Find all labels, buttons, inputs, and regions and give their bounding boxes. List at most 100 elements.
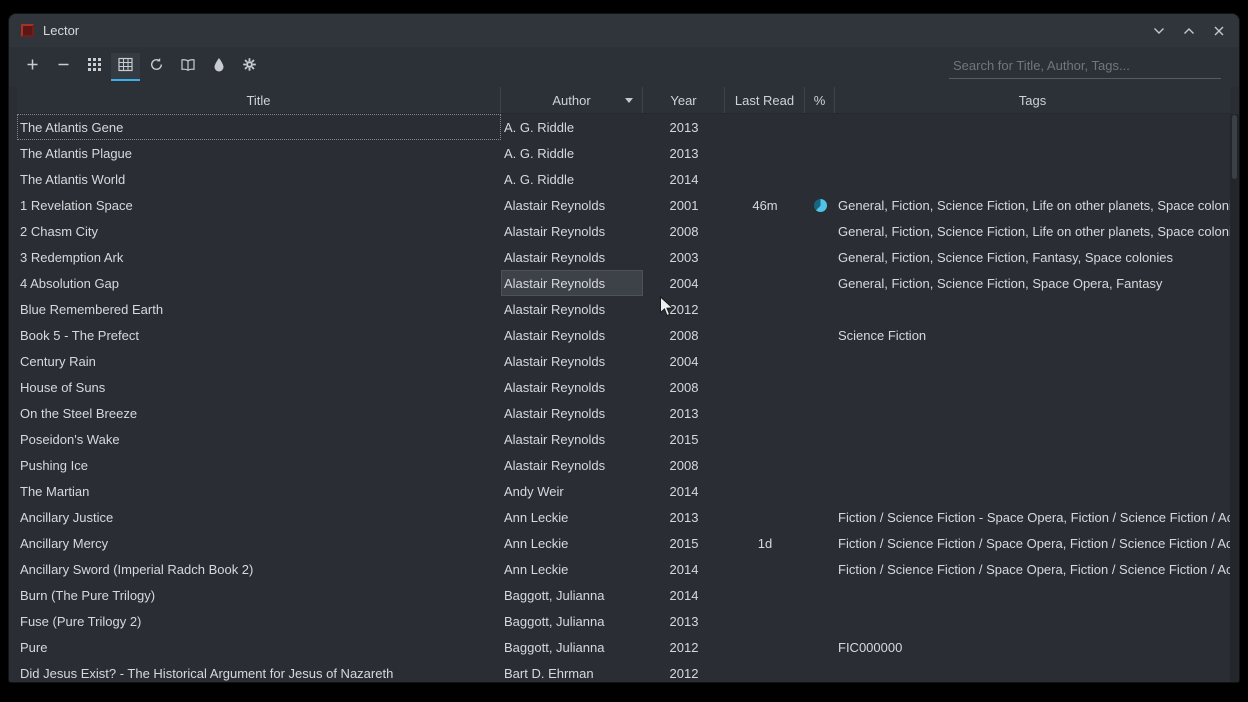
cell-title[interactable]: The Atlantis Gene xyxy=(17,114,501,140)
cell-author[interactable]: Baggott, Julianna xyxy=(501,582,643,608)
table-row[interactable]: The Atlantis Gene A. G. Riddle 2013 xyxy=(17,114,1230,140)
cell-last-read[interactable] xyxy=(725,608,805,634)
cell-year[interactable]: 2014 xyxy=(643,166,725,192)
cell-progress[interactable] xyxy=(805,114,835,140)
cell-progress[interactable] xyxy=(805,270,835,296)
cell-author[interactable]: Alastair Reynolds xyxy=(501,192,643,218)
cell-year[interactable]: 2004 xyxy=(643,348,725,374)
cell-tags[interactable] xyxy=(835,608,1230,634)
cell-tags[interactable] xyxy=(835,660,1230,682)
cell-title[interactable]: The Atlantis Plague xyxy=(17,140,501,166)
cell-progress[interactable] xyxy=(805,218,835,244)
cell-title[interactable]: Pushing Ice xyxy=(17,452,501,478)
cell-last-read[interactable] xyxy=(725,504,805,530)
cell-last-read[interactable]: 46m xyxy=(725,192,805,218)
cell-tags[interactable]: Fiction / Science Fiction / Space Opera,… xyxy=(835,530,1230,556)
table-row[interactable]: 4 Absolution Gap Alastair Reynolds 2004 … xyxy=(17,270,1230,296)
cell-tags[interactable] xyxy=(835,400,1230,426)
cell-tags[interactable] xyxy=(835,452,1230,478)
cell-last-read[interactable]: 1d xyxy=(725,530,805,556)
cell-tags[interactable] xyxy=(835,296,1230,322)
cell-tags[interactable]: General, Fiction, Science Fiction, Life … xyxy=(835,192,1230,218)
cell-author[interactable]: Alastair Reynolds xyxy=(501,322,643,348)
cell-progress[interactable] xyxy=(805,452,835,478)
cell-year[interactable]: 2014 xyxy=(643,582,725,608)
table-row[interactable]: 1 Revelation Space Alastair Reynolds 200… xyxy=(17,192,1230,218)
toolbar-button-cover-view[interactable] xyxy=(80,53,109,81)
cell-progress[interactable] xyxy=(805,478,835,504)
cell-year[interactable]: 2008 xyxy=(643,374,725,400)
cell-author[interactable]: Alastair Reynolds xyxy=(501,452,643,478)
toolbar-button-settings[interactable] xyxy=(235,53,264,81)
table-row[interactable]: Ancillary Sword (Imperial Radch Book 2) … xyxy=(17,556,1230,582)
toolbar-button-refresh-library[interactable] xyxy=(142,53,171,81)
column-header-tags[interactable]: Tags xyxy=(835,87,1230,113)
cell-year[interactable]: 2001 xyxy=(643,192,725,218)
cell-tags[interactable]: General, Fiction, Science Fiction, Space… xyxy=(835,270,1230,296)
cell-tags[interactable]: Fiction / Science Fiction / Space Opera,… xyxy=(835,556,1230,582)
cell-author[interactable]: Baggott, Julianna xyxy=(501,608,643,634)
cell-tags[interactable]: General, Fiction, Science Fiction, Fanta… xyxy=(835,244,1230,270)
cell-year[interactable]: 2008 xyxy=(643,452,725,478)
cell-year[interactable]: 2014 xyxy=(643,556,725,582)
table-row[interactable]: The Atlantis World A. G. Riddle 2014 xyxy=(17,166,1230,192)
cell-last-read[interactable] xyxy=(725,478,805,504)
cell-title[interactable]: Century Rain xyxy=(17,348,501,374)
toolbar-button-open-book[interactable] xyxy=(173,53,202,81)
cell-last-read[interactable] xyxy=(725,296,805,322)
cell-author[interactable]: Baggott, Julianna xyxy=(501,634,643,660)
cell-year[interactable]: 2012 xyxy=(643,296,725,322)
cell-year[interactable]: 2015 xyxy=(643,426,725,452)
cell-author[interactable]: Ann Leckie xyxy=(501,530,643,556)
cell-author[interactable]: Alastair Reynolds xyxy=(501,270,643,296)
cell-progress[interactable] xyxy=(805,426,835,452)
titlebar[interactable]: Lector xyxy=(9,14,1239,47)
table-row[interactable]: Ancillary Mercy Ann Leckie 2015 1d Ficti… xyxy=(17,530,1230,556)
cell-year[interactable]: 2013 xyxy=(643,400,725,426)
cell-progress[interactable] xyxy=(805,348,835,374)
cell-author[interactable]: Alastair Reynolds xyxy=(501,426,643,452)
minimize-button[interactable] xyxy=(1151,23,1167,39)
toolbar-button-remove-book[interactable] xyxy=(49,53,78,81)
cell-year[interactable]: 2012 xyxy=(643,660,725,682)
cell-title[interactable]: 3 Redemption Ark xyxy=(17,244,501,270)
cell-progress[interactable] xyxy=(805,660,835,682)
cell-progress[interactable] xyxy=(805,374,835,400)
cell-title[interactable]: Did Jesus Exist? - The Historical Argume… xyxy=(17,660,501,682)
cell-progress[interactable] xyxy=(805,608,835,634)
cell-tags[interactable] xyxy=(835,374,1230,400)
toolbar-button-add-book[interactable] xyxy=(18,53,47,81)
cell-progress[interactable] xyxy=(805,582,835,608)
table-row[interactable]: Burn (The Pure Trilogy) Baggott, Juliann… xyxy=(17,582,1230,608)
cell-last-read[interactable] xyxy=(725,348,805,374)
cell-author[interactable]: Bart D. Ehrman xyxy=(501,660,643,682)
cell-last-read[interactable] xyxy=(725,218,805,244)
cell-title[interactable]: Pure xyxy=(17,634,501,660)
table-row[interactable]: Did Jesus Exist? - The Historical Argume… xyxy=(17,660,1230,682)
cell-title[interactable]: On the Steel Breeze xyxy=(17,400,501,426)
cell-tags[interactable]: FIC000000 xyxy=(835,634,1230,660)
table-row[interactable]: On the Steel Breeze Alastair Reynolds 20… xyxy=(17,400,1230,426)
cell-tags[interactable] xyxy=(835,166,1230,192)
cell-year[interactable]: 2008 xyxy=(643,322,725,348)
search-input[interactable] xyxy=(949,55,1221,79)
cell-tags[interactable] xyxy=(835,114,1230,140)
cell-author[interactable]: A. G. Riddle xyxy=(501,114,643,140)
cell-year[interactable]: 2015 xyxy=(643,530,725,556)
cell-progress[interactable] xyxy=(805,556,835,582)
toolbar-button-table-view[interactable] xyxy=(111,53,140,81)
cell-year[interactable]: 2013 xyxy=(643,140,725,166)
cell-last-read[interactable] xyxy=(725,244,805,270)
table-row[interactable]: Blue Remembered Earth Alastair Reynolds … xyxy=(17,296,1230,322)
cell-last-read[interactable] xyxy=(725,270,805,296)
table-row[interactable]: Pure Baggott, Julianna 2012 FIC000000 xyxy=(17,634,1230,660)
maximize-button[interactable] xyxy=(1181,23,1197,39)
table-row[interactable]: House of Suns Alastair Reynolds 2008 xyxy=(17,374,1230,400)
cell-title[interactable]: Ancillary Mercy xyxy=(17,530,501,556)
cell-tags[interactable] xyxy=(835,140,1230,166)
cell-tags[interactable]: General, Fiction, Science Fiction, Life … xyxy=(835,218,1230,244)
cell-author[interactable]: Ann Leckie xyxy=(501,504,643,530)
table-row[interactable]: The Atlantis Plague A. G. Riddle 2013 xyxy=(17,140,1230,166)
cell-title[interactable]: Ancillary Justice xyxy=(17,504,501,530)
toolbar-button-theme[interactable] xyxy=(204,53,233,81)
